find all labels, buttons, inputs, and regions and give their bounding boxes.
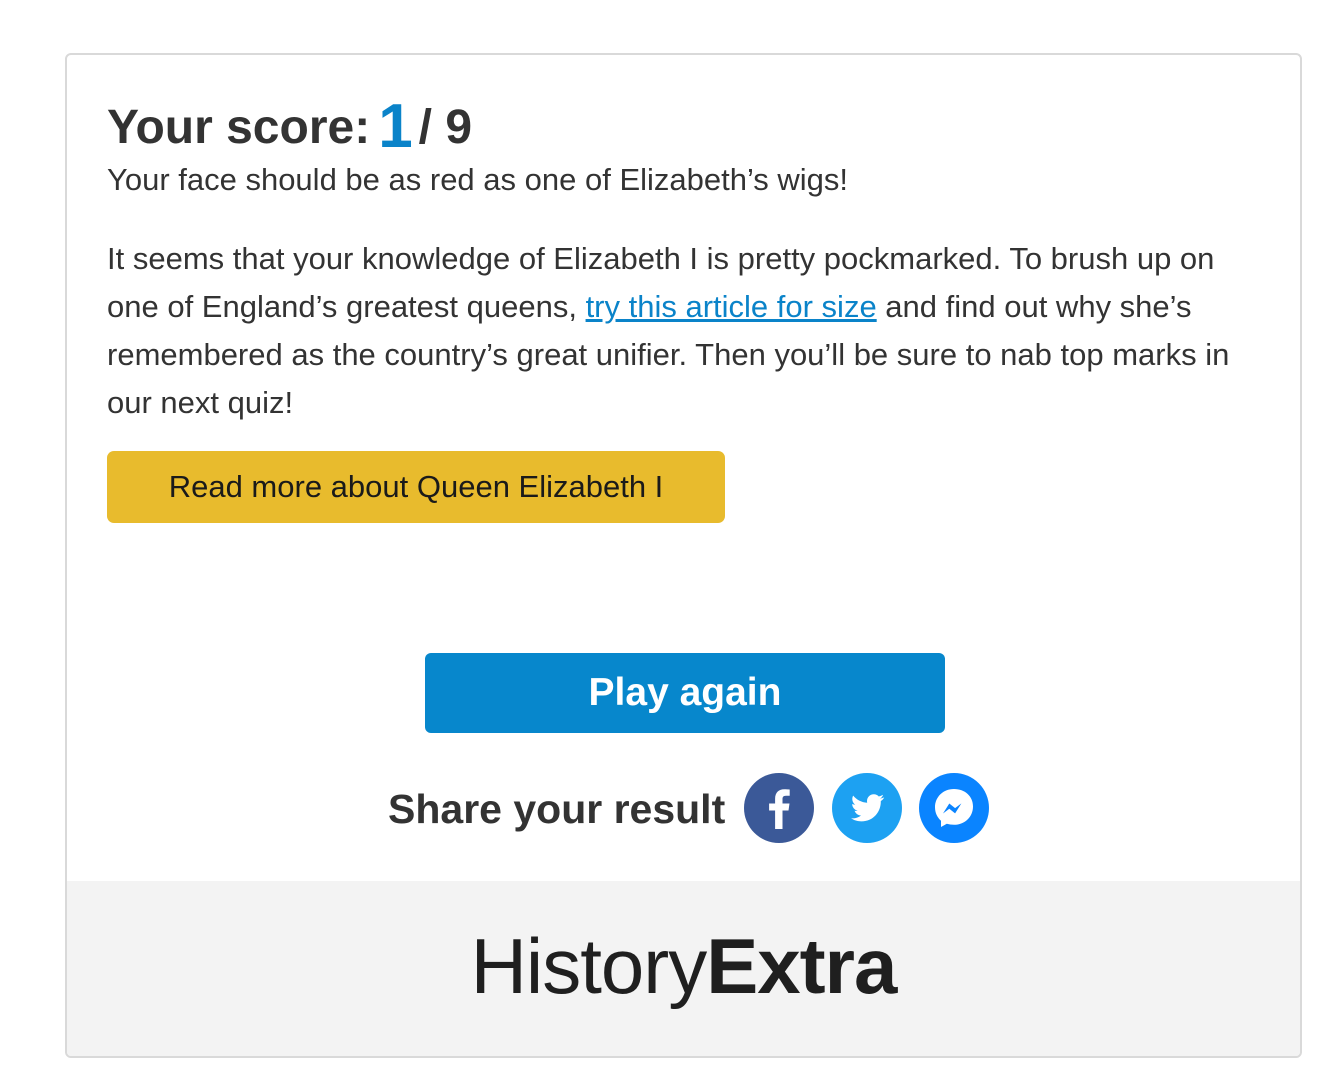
quiz-result-card: Your score: 1/ 9 Your face should be as r… <box>65 53 1302 1058</box>
score-total: / 9 <box>418 101 473 154</box>
logo-extra: Extra <box>706 922 897 1010</box>
logo-history: History <box>470 922 708 1010</box>
score-value: 1 <box>378 92 413 161</box>
article-link[interactable]: try this article for size <box>586 289 877 324</box>
read-more-button[interactable]: Read more about Queen Elizabeth I <box>107 451 725 523</box>
play-again-button[interactable]: Play again <box>425 653 945 733</box>
facebook-icon <box>769 789 790 829</box>
twitter-share-button[interactable] <box>832 773 902 843</box>
facebook-share-button[interactable] <box>744 773 814 843</box>
history-extra-logo: HistoryExtra <box>67 921 1300 1011</box>
score-heading: Your score: 1/ 9 <box>107 96 473 158</box>
score-label: Your score: <box>107 101 371 154</box>
share-row: Share your result <box>67 773 1300 845</box>
twitter-icon <box>850 794 885 822</box>
messenger-share-button[interactable] <box>919 773 989 843</box>
messenger-icon <box>935 789 973 827</box>
share-label: Share your result <box>388 786 726 832</box>
footer-bar: HistoryExtra <box>67 881 1300 1056</box>
score-verdict: Your face should be as red as one of Eli… <box>107 162 849 197</box>
result-description: It seems that your knowledge of Elizabet… <box>107 235 1267 427</box>
